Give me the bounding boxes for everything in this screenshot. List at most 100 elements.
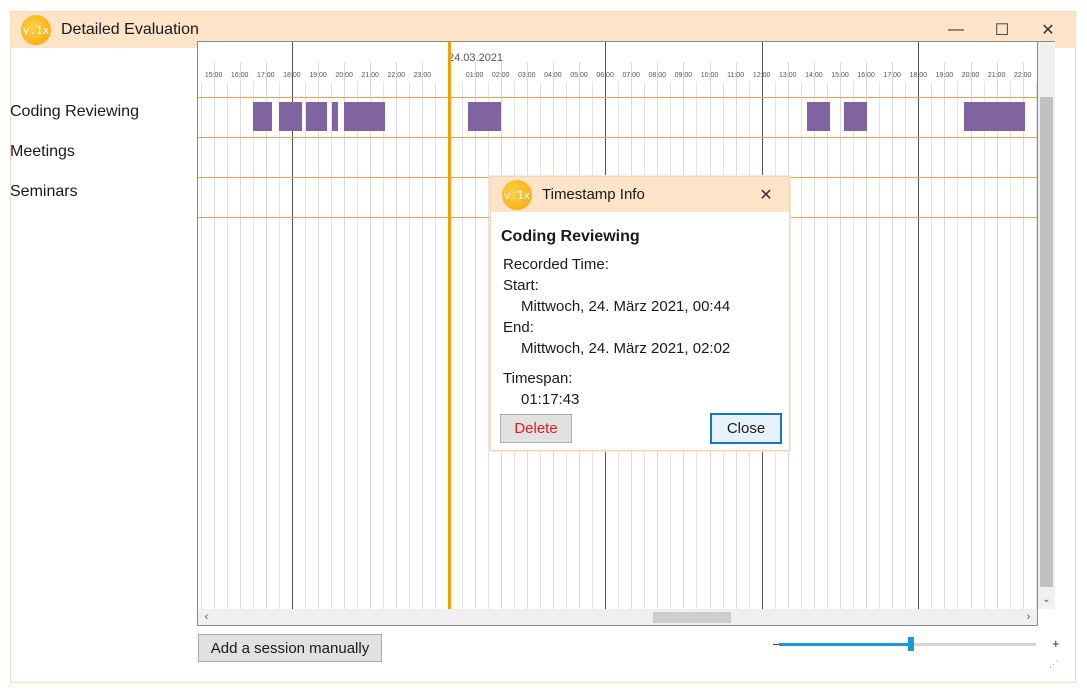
scroll-right-arrow-icon[interactable]: ›: [1020, 609, 1037, 626]
hour-tick-label: 02:00: [491, 72, 510, 79]
hour-tick-label: 18:00: [283, 72, 301, 79]
grid-line: [344, 62, 346, 609]
grid-line: [996, 62, 998, 609]
grid-line: [318, 62, 319, 609]
grid-line: [892, 62, 894, 609]
grid-line: [265, 62, 267, 609]
hour-tick-label: 11:00: [727, 72, 745, 79]
session-block[interactable]: [344, 102, 385, 131]
category-label-seminars: Seminars: [10, 183, 78, 200]
category-label-coding: Coding Reviewing: [10, 103, 139, 120]
hour-tick-label: 12:00: [752, 72, 771, 79]
session-block[interactable]: [963, 102, 1026, 131]
hour-tick-label: 16:00: [230, 72, 249, 79]
window-title: Detailed Evaluation: [61, 21, 199, 38]
dialog-logo: v.1x: [502, 180, 532, 210]
hour-tick-label: 19:00: [935, 72, 954, 79]
grid-line: [461, 82, 463, 609]
hour-tick-label: 19:00: [309, 72, 327, 79]
hour-tick-label: 20:00: [335, 72, 353, 79]
resize-grip-icon[interactable]: ⋰: [1049, 659, 1058, 670]
grid-line: [813, 62, 815, 609]
grid-line: [474, 62, 476, 609]
hour-tick-label: 04:00: [544, 72, 562, 79]
horizontal-scrollbar[interactable]: ‹ ›: [197, 609, 1038, 626]
delete-button[interactable]: Delete: [500, 414, 572, 443]
scroll-left-arrow-icon[interactable]: ‹: [198, 609, 215, 626]
close-button[interactable]: Close: [710, 413, 782, 444]
zoom-plus-icon[interactable]: +: [1052, 636, 1060, 651]
hour-tick-label: 22:00: [1013, 72, 1032, 79]
dialog-close-icon[interactable]: ✕: [743, 177, 789, 212]
add-session-button[interactable]: Add a session manually: [198, 634, 382, 662]
scroll-down-arrow-icon[interactable]: ⌄: [1038, 594, 1055, 608]
hour-tick-label: 07:00: [622, 72, 640, 79]
category-labels: Coding Reviewing Meetings Seminars: [10, 102, 139, 222]
vertical-scrollbar[interactable]: ⌄: [1038, 41, 1055, 609]
grid-line: [840, 62, 841, 609]
grid-line: [957, 82, 959, 609]
grid-line-major: [918, 42, 920, 609]
grid-line: [826, 82, 828, 609]
category-label-meetings: Meetings: [10, 143, 75, 160]
hour-tick-label: 03:00: [518, 72, 536, 79]
grid-line: [357, 82, 359, 609]
grid-line: [905, 82, 907, 609]
hour-tick-label: 17:00: [883, 72, 901, 79]
vertical-scroll-thumb[interactable]: [1040, 97, 1053, 587]
recorded-time-label: Recorded Time:: [503, 256, 609, 273]
session-block[interactable]: [306, 102, 328, 131]
hour-tick-label: 22:00: [387, 72, 406, 79]
grid-line: [278, 82, 280, 609]
dialog-category: Coding Reviewing: [501, 228, 640, 245]
zoom-slider[interactable]: [779, 637, 1036, 651]
grid-line: [239, 62, 241, 609]
hour-tick-label: 09:00: [674, 72, 693, 79]
session-block[interactable]: [252, 102, 273, 131]
hour-tick-label: 05:00: [570, 72, 588, 79]
grid-line: [1035, 82, 1037, 609]
start-label: Start:: [503, 277, 539, 294]
session-block[interactable]: [467, 102, 502, 131]
hour-tick-label: 15:00: [204, 72, 223, 79]
grid-line: [331, 82, 333, 609]
grid-line: [396, 62, 398, 609]
grid-line: [383, 82, 385, 609]
hour-tick-label: 15:00: [831, 72, 849, 79]
hour-tick-label: 18:00: [909, 72, 928, 79]
hour-tick-label: 08:00: [648, 72, 667, 79]
row-separator: [198, 97, 1037, 98]
grid-line: [970, 62, 972, 609]
session-block[interactable]: [807, 102, 830, 131]
day-boundary-line: [447, 42, 451, 609]
grid-line: [200, 82, 202, 609]
hour-tick-label: 13:00: [779, 72, 797, 79]
grid-line: [226, 82, 228, 609]
hour-tick-label: 17:00: [257, 72, 275, 79]
grid-line: [853, 82, 855, 609]
grid-line: [252, 82, 254, 609]
grid-line: [1009, 82, 1011, 609]
horizontal-scroll-thumb[interactable]: [653, 612, 731, 623]
zoom-slider-thumb[interactable]: [907, 637, 914, 651]
hour-tick-label: 21:00: [361, 72, 379, 79]
hour-tick-label: 20:00: [961, 72, 980, 79]
grid-line: [213, 62, 215, 609]
dialog-title-bar[interactable]: v.1x Timestamp Info ✕: [491, 177, 789, 212]
hour-tick-label: 21:00: [987, 72, 1006, 79]
session-block[interactable]: [278, 102, 303, 131]
hour-tick-label: 23:00: [413, 72, 432, 79]
timestamp-info-dialog: v.1x Timestamp Info ✕ Coding Reviewing R…: [490, 176, 790, 451]
hour-tick-label: 06:00: [596, 72, 614, 79]
session-block[interactable]: [843, 102, 868, 131]
grid-line: [409, 82, 411, 609]
hour-tick-label: 01:00: [465, 72, 484, 79]
end-value: Mittwoch, 24. März 2021, 02:02: [521, 340, 731, 357]
hour-tick-label: 10:00: [700, 72, 719, 79]
dialog-title: Timestamp Info: [542, 186, 645, 203]
grid-line: [1022, 62, 1024, 609]
session-block[interactable]: [332, 102, 338, 131]
hour-tick-label: 16:00: [857, 72, 875, 79]
grid-line: [435, 82, 437, 609]
grid-line: [304, 82, 306, 609]
